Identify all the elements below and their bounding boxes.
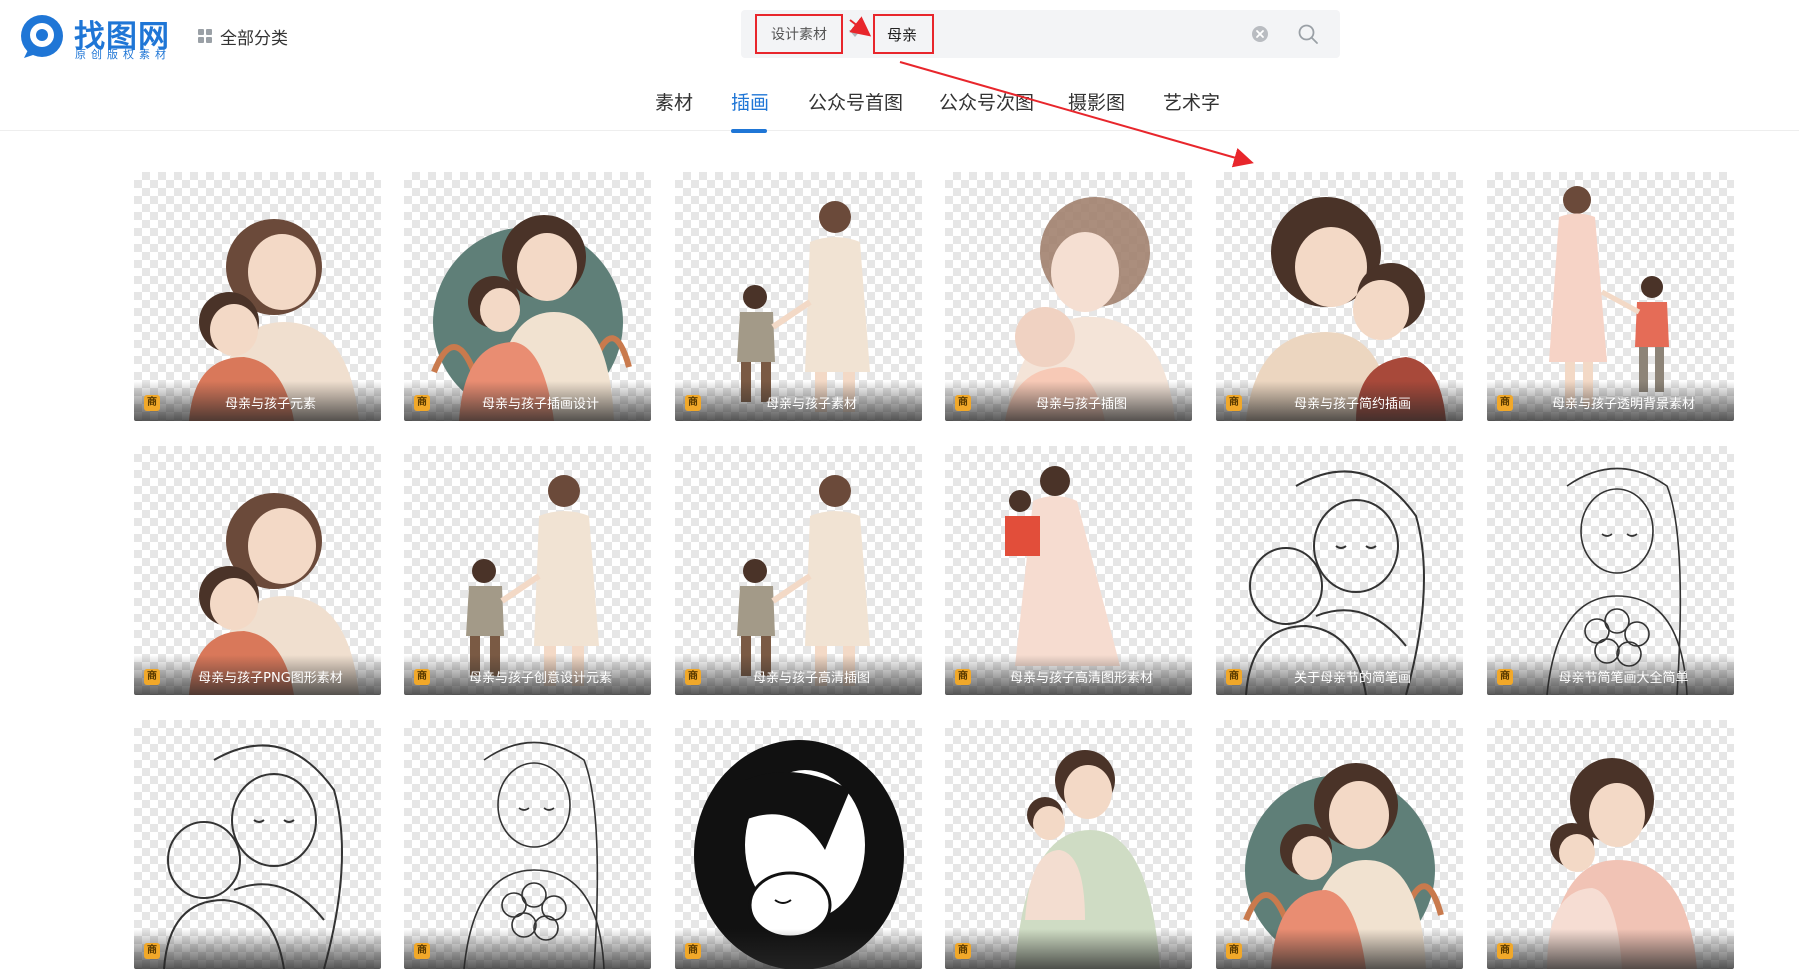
chevron-down-icon[interactable] — [849, 30, 861, 37]
result-card[interactable]: 商 — [945, 720, 1192, 969]
tab-gzh-first[interactable]: 公众号首图 — [808, 88, 903, 115]
clear-icon[interactable] — [1251, 25, 1269, 43]
card-title: 母亲与孩子高清图形素材 — [1009, 671, 1153, 686]
tab-chahua[interactable]: 插画 — [731, 88, 769, 115]
tab-sucai[interactable]: 素材 — [655, 88, 693, 115]
card-title: 母亲与孩子插图 — [1035, 397, 1127, 412]
card-caption-bar: 商 母亲与孩子创意设计元素 — [404, 655, 651, 695]
commercial-badge-icon: 商 — [414, 395, 430, 411]
card-title: 母亲节简笔画大全简单 — [1558, 671, 1689, 686]
result-card[interactable]: 商 母亲与孩子插画设计 — [404, 172, 651, 421]
commercial-badge-icon: 商 — [144, 669, 160, 685]
card-title: 母亲与孩子素材 — [765, 397, 857, 412]
search-input[interactable] — [873, 14, 1243, 54]
result-card[interactable]: 商 母亲与孩子创意设计元素 — [404, 446, 651, 695]
commercial-badge-icon: 商 — [414, 943, 430, 959]
commercial-badge-icon: 商 — [1497, 943, 1513, 959]
commercial-badge-icon: 商 — [685, 943, 701, 959]
result-card[interactable]: 商 关于母亲节的简笔画 — [1216, 446, 1463, 695]
card-caption-bar: 商 — [675, 929, 922, 969]
card-caption-bar: 商 母亲与孩子插图 — [945, 381, 1192, 421]
result-card[interactable]: 商 母亲与孩子元素 — [134, 172, 381, 421]
top-header: 找图网 原创版权素材 全部分类 设计素材 素材 插画 公众号首图 公众号次图 摄… — [0, 0, 1799, 133]
card-caption-bar: 商 — [134, 929, 381, 969]
card-title: 母亲与孩子元素 — [224, 397, 316, 412]
card-title: 母亲与孩子创意设计元素 — [468, 671, 612, 686]
card-title: 母亲与孩子透明背景素材 — [1551, 397, 1695, 412]
tab-photo[interactable]: 摄影图 — [1068, 88, 1125, 115]
card-caption-bar: 商 母亲与孩子高清图形素材 — [945, 655, 1192, 695]
commercial-badge-icon: 商 — [955, 669, 971, 685]
commercial-badge-icon: 商 — [1497, 395, 1513, 411]
result-card[interactable]: 商 — [404, 720, 651, 969]
result-card[interactable]: 商 母亲与孩子PNG图形素材 — [134, 446, 381, 695]
commercial-badge-icon: 商 — [1226, 943, 1242, 959]
result-card[interactable]: 商 母亲与孩子素材 — [675, 172, 922, 421]
brand-tagline: 原创版权素材 — [75, 48, 171, 61]
result-card[interactable]: 商 母亲与孩子高清图形素材 — [945, 446, 1192, 695]
card-caption-bar: 商 — [1216, 929, 1463, 969]
card-caption-bar: 商 母亲与孩子高清插图 — [675, 655, 922, 695]
result-card[interactable]: 商 母亲与孩子简约插画 — [1216, 172, 1463, 421]
result-card[interactable]: 商 母亲与孩子高清插图 — [675, 446, 922, 695]
card-title: 母亲与孩子插画设计 — [481, 397, 599, 412]
card-caption-bar: 商 关于母亲节的简笔画 — [1216, 655, 1463, 695]
result-card[interactable]: 商 母亲与孩子插图 — [945, 172, 1192, 421]
commercial-badge-icon: 商 — [1226, 395, 1242, 411]
commercial-badge-icon: 商 — [685, 669, 701, 685]
card-caption-bar: 商 母亲与孩子透明背景素材 — [1487, 381, 1734, 421]
result-card[interactable]: 商 — [675, 720, 922, 969]
card-caption-bar: 商 — [404, 929, 651, 969]
card-caption-bar: 商 — [1487, 929, 1734, 969]
card-caption-bar: 商 母亲与孩子素材 — [675, 381, 922, 421]
result-card[interactable]: 商 — [1216, 720, 1463, 969]
card-caption-bar: 商 母亲与孩子PNG图形素材 — [134, 655, 381, 695]
commercial-badge-icon: 商 — [685, 395, 701, 411]
card-caption-bar: 商 母亲与孩子插画设计 — [404, 381, 651, 421]
grid-icon — [198, 29, 212, 43]
commercial-badge-icon: 商 — [1226, 669, 1242, 685]
commercial-badge-icon: 商 — [955, 943, 971, 959]
card-caption-bar: 商 母亲节简笔画大全简单 — [1487, 655, 1734, 695]
all-categories-label: 全部分类 — [220, 28, 288, 49]
search-type-select[interactable]: 设计素材 — [755, 14, 843, 54]
commercial-badge-icon: 商 — [144, 943, 160, 959]
commercial-badge-icon: 商 — [1497, 669, 1513, 685]
result-card[interactable]: 商 — [1487, 720, 1734, 969]
logo-icon — [21, 15, 63, 58]
search-icon[interactable] — [1296, 22, 1320, 46]
card-caption-bar: 商 母亲与孩子简约插画 — [1216, 381, 1463, 421]
result-card[interactable]: 商 — [134, 720, 381, 969]
card-caption-bar: 商 母亲与孩子元素 — [134, 381, 381, 421]
tab-gzh-second[interactable]: 公众号次图 — [939, 88, 1034, 115]
commercial-badge-icon: 商 — [414, 669, 430, 685]
card-title: 母亲与孩子PNG图形素材 — [198, 671, 343, 686]
card-title: 母亲与孩子高清插图 — [752, 671, 870, 686]
active-tab-indicator — [731, 129, 767, 133]
all-categories-menu[interactable]: 全部分类 — [198, 24, 288, 49]
search-bar: 设计素材 — [741, 10, 1340, 58]
card-title: 母亲与孩子简约插画 — [1293, 397, 1411, 412]
card-caption-bar: 商 — [945, 929, 1192, 969]
commercial-badge-icon: 商 — [955, 395, 971, 411]
tab-art-text[interactable]: 艺术字 — [1163, 88, 1220, 115]
commercial-badge-icon: 商 — [144, 395, 160, 411]
result-card[interactable]: 商 母亲节简笔画大全简单 — [1487, 446, 1734, 695]
card-title: 关于母亲节的简笔画 — [1293, 671, 1411, 686]
result-card[interactable]: 商 母亲与孩子透明背景素材 — [1487, 172, 1734, 421]
